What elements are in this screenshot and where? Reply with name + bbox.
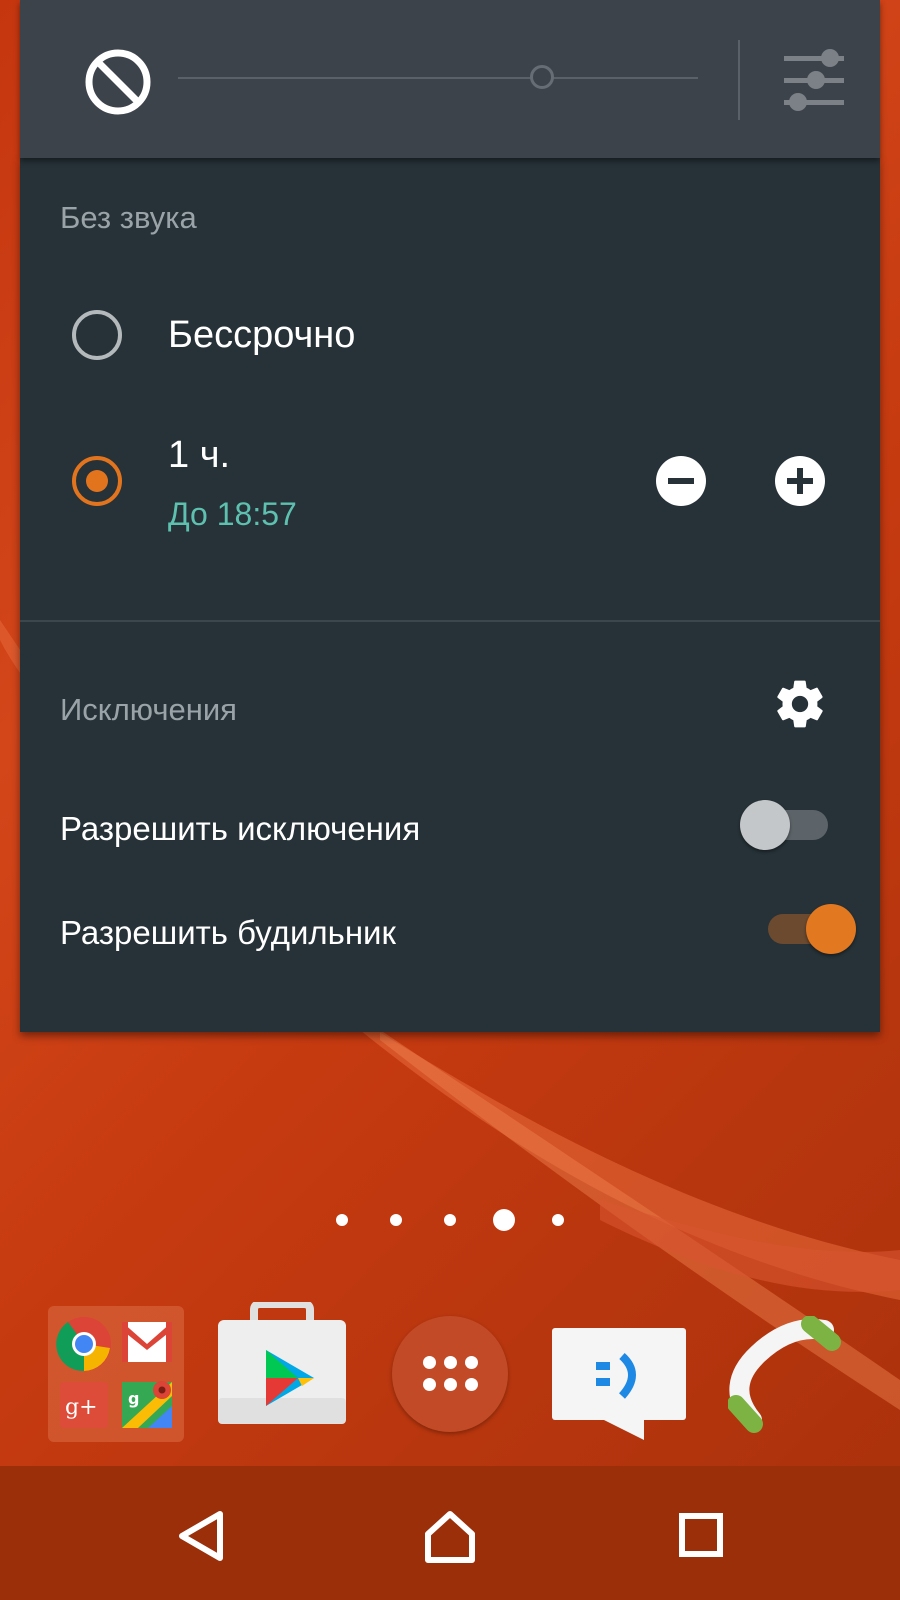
allow-exceptions-label: Разрешить исключения [60,810,421,847]
home-icon[interactable] [410,1496,490,1576]
zen-mode-title: Без звука [60,200,197,235]
page-dot-active[interactable] [493,1209,515,1231]
minus-circle-icon[interactable] [656,456,706,506]
app-drawer-icon[interactable] [392,1316,508,1432]
svg-text:g+: g+ [65,1395,98,1420]
plus-circle-icon[interactable] [775,456,825,506]
google-plus-icon: g+ [60,1382,108,1428]
app-drawer-dot [444,1378,457,1391]
maps-icon: g [122,1381,172,1428]
app-drawer-dot [465,1378,478,1391]
option-one-hour-until: До 18:57 [168,496,297,532]
app-drawer-dot [423,1378,436,1391]
page-indicator [0,1200,900,1240]
recents-icon[interactable] [660,1496,740,1576]
chrome-icon [56,1317,111,1372]
play-store-icon[interactable] [214,1300,350,1435]
toggle-knob [806,904,856,954]
page-dot[interactable] [390,1214,402,1226]
navigation-bar [0,1466,900,1600]
gmail-icon [122,1322,172,1362]
volume-bar [20,0,880,158]
app-drawer-dot [423,1356,436,1369]
allow-alarm-label: Разрешить будильник [60,914,396,951]
svg-text:g: g [128,1389,139,1408]
messaging-icon[interactable] [552,1328,686,1447]
sliders-icon[interactable] [780,46,848,114]
option-indefinitely-label[interactable]: Бессрочно [168,314,355,357]
option-one-hour-label[interactable]: 1 ч. [168,434,230,477]
toggle-knob [740,800,790,850]
radio-one-hour[interactable] [72,456,122,506]
google-apps-folder[interactable]: g+ g [48,1306,184,1442]
page-dot[interactable] [444,1214,456,1226]
volume-slider-track [178,77,698,79]
back-icon[interactable] [160,1496,240,1576]
exceptions-title: Исключения [60,692,237,727]
allow-alarm-toggle[interactable] [756,898,856,958]
app-drawer-dot [465,1356,478,1369]
page-dot[interactable] [552,1214,564,1226]
gear-icon[interactable] [772,676,828,732]
allow-exceptions-toggle[interactable] [740,794,840,854]
page-dot[interactable] [336,1214,348,1226]
radio-indefinitely[interactable] [72,310,122,360]
phone-icon[interactable] [727,1315,848,1441]
volume-slider[interactable] [178,63,698,93]
divider [738,40,740,120]
section-divider [20,620,880,622]
radio-dot [86,470,108,492]
do-not-disturb-icon[interactable] [84,48,152,116]
app-drawer-dot [444,1356,457,1369]
zen-mode-panel: Без звука Бессрочно 1 ч. До 18:57 Исключ… [20,158,880,1032]
volume-slider-thumb[interactable] [530,65,554,89]
